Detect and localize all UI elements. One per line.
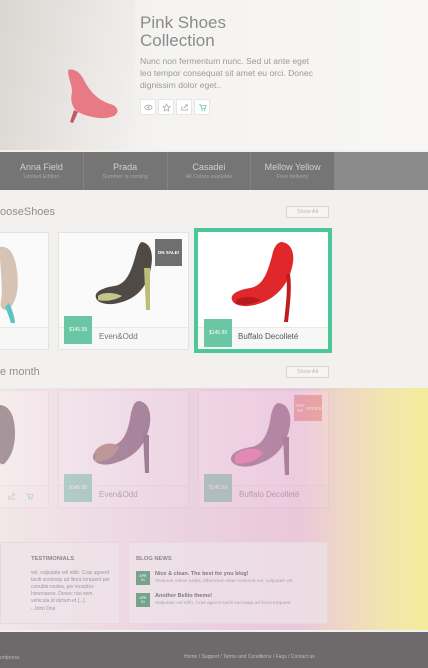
product-card-even-odd-month[interactable]: $145.99 Even&Odd [58, 390, 189, 508]
shoe-image [231, 403, 291, 475]
product-card-buffalo-decollete[interactable]: $145.99 Buffalo Decolleté [194, 228, 332, 353]
shoe-image [0, 405, 15, 465]
brand-casadei[interactable]: Casadei All Colors available [166, 152, 251, 190]
hero-title-line2: Collection [140, 31, 215, 50]
brand-bar-extension [334, 152, 428, 190]
brand-prada[interactable]: Prada Summer is coming [82, 152, 167, 190]
brand-name: Prada [113, 162, 138, 172]
price-tag: $145.99 [64, 474, 92, 502]
shoe-image [231, 242, 294, 322]
footer: ordpress Home / Support / Terms and Cond… [0, 632, 428, 668]
blog-post-date-day: 01 [141, 578, 145, 582]
testimonials-text: vel, vulputate vel nibh. Cras agnent tac… [31, 570, 110, 604]
shoe-image [95, 242, 152, 310]
show-all-button[interactable]: Show All [286, 206, 329, 218]
price-tag: $145.99 [64, 316, 92, 344]
hero-actions [140, 99, 420, 115]
blog-post-date-day: 01 [141, 600, 145, 604]
card-footer [0, 327, 48, 349]
product-name[interactable]: Even&Odd [99, 490, 138, 499]
blog-post-excerpt: Vulputate vel nibh. Cras agnent taciti s… [155, 601, 291, 606]
show-all-button[interactable]: Show All [286, 366, 329, 378]
section-title-choose-shoes: ooseShoes [0, 206, 56, 218]
brand-name: Anna Field [19, 162, 63, 172]
star-icon[interactable] [158, 99, 174, 115]
blog-post[interactable]: APR 01 Another Bellio theme! Vulputate v… [136, 593, 291, 607]
testimonials-box: TESTIMONIALS vel, vulputate vel nibh. Cr… [0, 542, 120, 624]
product-name[interactable]: Even&Odd [99, 332, 138, 341]
brand-name: Mellow Yellow [264, 162, 321, 172]
blog-post-title[interactable]: Another Bellio theme! [155, 593, 291, 599]
share-icon[interactable] [7, 492, 16, 501]
brand-mellow-yellow[interactable]: Mellow Yellow Free delivery [250, 152, 334, 190]
on-sale-badge: ON SALE! [155, 239, 182, 266]
blog-news-box: BLOG NEWS APR 01 Nice & clean. The best … [128, 542, 328, 624]
footer-links[interactable]: Home / Support / Terms and Conditions / … [184, 654, 315, 660]
shoe-image [0, 246, 18, 323]
cart-icon[interactable] [25, 492, 34, 501]
section-title-of-the-month: e month [0, 366, 40, 378]
testimonials-title: TESTIMONIALS [31, 556, 75, 562]
out-of-stock-badge: OUT OF STOCK [294, 395, 322, 421]
hero-title-line1: Pink Shoes [140, 13, 226, 32]
brand-subtitle: Limited Edition [23, 174, 60, 180]
pink-shoe-image [68, 69, 118, 123]
share-icon[interactable] [176, 99, 192, 115]
brand-subtitle: Summer is coming [102, 174, 148, 180]
blog-post-title[interactable]: Nice & clean. The best for you blog! [155, 571, 293, 577]
product-name[interactable]: Buffalo Decolleté [239, 490, 299, 499]
hero-banner: Pink Shoes Collection Nunc non fermentum… [0, 0, 428, 150]
price-tag: $145.99 [204, 319, 232, 347]
hero-text: Pink Shoes Collection Nunc non fermentum… [140, 14, 420, 115]
out-of-stock-line1: OUT OF [295, 403, 305, 413]
brand-bar: Anna Field Limited Edition Prada Summer … [0, 152, 334, 190]
brand-subtitle: All Colors available [185, 174, 233, 180]
shoe-image [93, 401, 151, 473]
product-name[interactable]: Buffalo Decolleté [238, 332, 298, 341]
blog-post-excerpt: Vivamus metus turpis, bibendum vitae eui… [155, 579, 293, 584]
product-card-partial[interactable] [0, 390, 49, 508]
blog-post[interactable]: APR 01 Nice & clean. The best for you bl… [136, 571, 293, 585]
brand-anna-field[interactable]: Anna Field Limited Edition [0, 152, 83, 190]
blog-post-date: APR 01 [136, 593, 150, 607]
price-tag: $145.99 [204, 474, 232, 502]
testimonial-author: - John Doe [31, 606, 56, 612]
product-card-buffalo-decollete-month[interactable]: OUT OF STOCK $145.99 Buffalo Decolleté [198, 390, 329, 508]
brand-subtitle: Free delivery [276, 174, 309, 180]
product-card-even-odd[interactable]: ON SALE! $145.99 Even&Odd [58, 232, 189, 350]
blog-news-title: BLOG NEWS [136, 556, 172, 562]
cart-icon[interactable] [194, 99, 210, 115]
eye-icon[interactable] [140, 99, 156, 115]
product-card-partial[interactable] [0, 232, 49, 350]
out-of-stock-line2: STOCK [306, 405, 322, 411]
brand-name: Casadei [192, 162, 226, 172]
hero-description: Nunc non fermentum nunc. Sed ut ante ege… [140, 56, 313, 90]
footer-copyright: ordpress [0, 655, 20, 661]
blog-post-date: APR 01 [136, 571, 150, 585]
